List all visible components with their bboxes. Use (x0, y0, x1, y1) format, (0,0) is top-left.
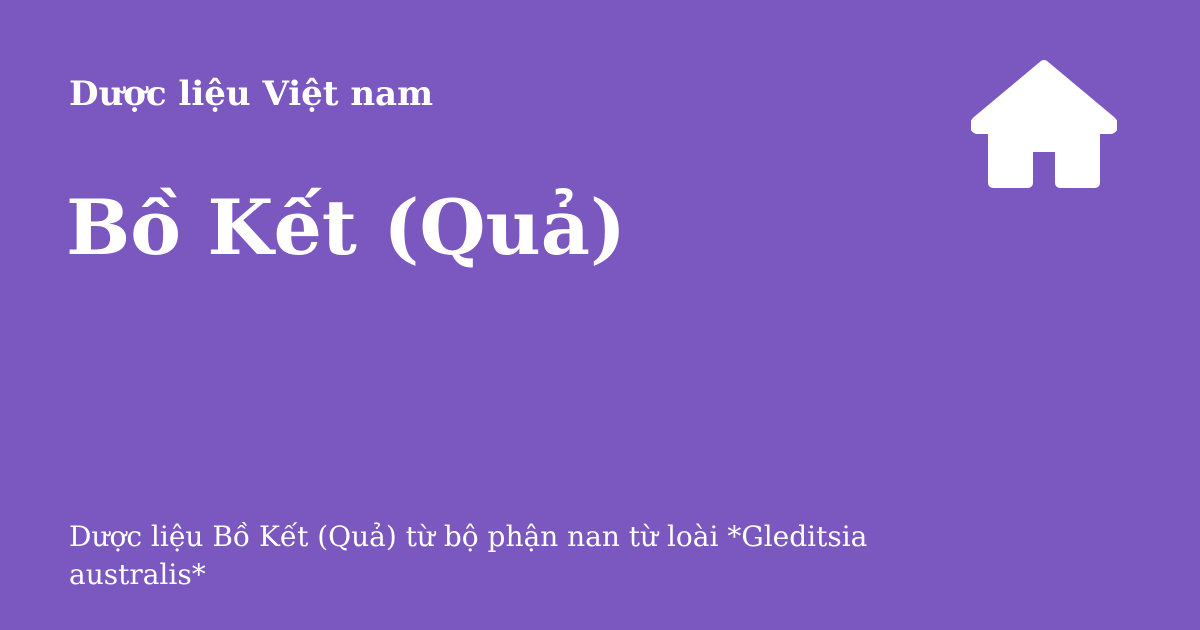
home-icon[interactable] (971, 59, 1117, 189)
page-description: Dược liệu Bồ Kết (Quả) từ bộ phận nan từ… (69, 520, 868, 591)
page-title: Bồ Kết (Quả) (66, 183, 626, 272)
site-name: Dược liệu Việt nam (69, 74, 434, 114)
